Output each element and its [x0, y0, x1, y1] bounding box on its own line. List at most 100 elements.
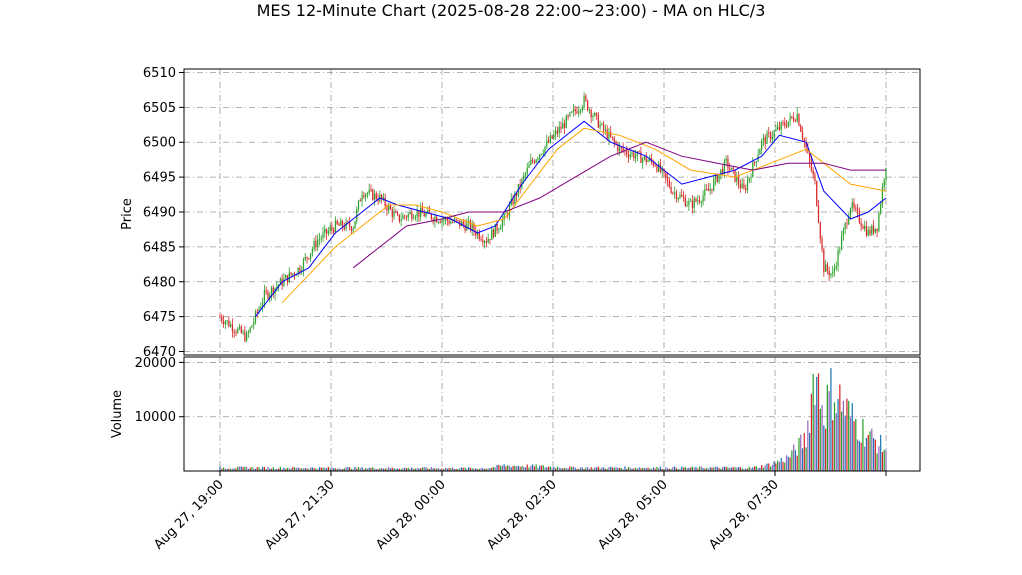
volume-bar — [610, 466, 612, 471]
volume-bar — [711, 467, 713, 471]
volume-bar — [361, 467, 363, 471]
candle-body — [773, 131, 775, 137]
candle-body — [334, 220, 337, 233]
candle-body — [352, 228, 354, 231]
volume-bar — [766, 463, 768, 471]
candle-body — [487, 238, 489, 243]
candle-body — [492, 229, 495, 237]
price-tick-label: 6510 — [143, 66, 176, 81]
volume-bar — [759, 467, 761, 471]
candle-body — [533, 161, 535, 163]
volume-bar — [539, 465, 541, 471]
volume-bar — [624, 466, 626, 471]
volume-bar — [840, 411, 843, 471]
volume-bar — [581, 467, 583, 471]
volume-bar — [388, 467, 390, 471]
candle-body — [322, 232, 324, 239]
candle-body — [391, 209, 393, 217]
candle-body — [798, 114, 800, 126]
candle-body — [489, 238, 491, 240]
candle-body — [835, 266, 837, 269]
price-tick-label: 6475 — [143, 310, 176, 325]
candle-body — [359, 200, 361, 202]
time-tick-label: Aug 28, 02:30 — [484, 477, 560, 553]
candle-body — [640, 151, 642, 164]
volume-bar — [778, 461, 781, 471]
candle-body — [690, 200, 692, 202]
candle-body — [610, 131, 612, 137]
candle-body — [736, 176, 738, 182]
time-tick-label: Aug 28, 07:30 — [706, 477, 782, 553]
candle-body — [832, 271, 834, 274]
volume-bar — [535, 464, 537, 471]
volume-bar — [544, 467, 546, 471]
volume-bar — [769, 466, 772, 471]
candle-body — [404, 215, 406, 217]
volume-bar — [320, 467, 322, 471]
volume-bar — [272, 467, 274, 471]
volume-bar — [755, 466, 757, 471]
candle-body — [706, 189, 708, 191]
candle-body — [604, 129, 607, 131]
candle-body — [551, 135, 553, 139]
candle-body — [457, 220, 459, 222]
candle-body — [496, 223, 498, 231]
volume-bar — [801, 448, 804, 471]
candle-body — [349, 222, 351, 227]
candle-body — [452, 221, 454, 223]
volume-bar — [814, 404, 816, 471]
volume-bar — [837, 398, 839, 471]
candle-body — [499, 227, 502, 230]
volume-bar — [349, 467, 351, 471]
candle-body — [643, 156, 646, 159]
candle-body — [299, 267, 301, 273]
candle-body — [370, 189, 372, 191]
candle-body — [727, 158, 729, 169]
volume-bar — [819, 408, 821, 471]
candle-body — [539, 154, 541, 159]
candle-body — [855, 207, 857, 209]
volume-bar — [421, 467, 424, 471]
volume-bar — [839, 384, 841, 471]
volume-bar — [856, 439, 859, 471]
volume-bar — [734, 467, 736, 471]
candle-body — [579, 110, 582, 112]
volume-bar — [784, 462, 786, 471]
volume-bar — [725, 466, 727, 471]
volume-bar — [796, 455, 798, 471]
candle-body — [784, 122, 786, 126]
candle-body — [302, 259, 305, 271]
candle-body — [674, 192, 676, 194]
candle-body — [246, 333, 248, 341]
volume-bar — [501, 465, 504, 471]
candle-body — [393, 211, 395, 217]
candle-body — [642, 158, 644, 164]
candle-body — [448, 220, 450, 224]
volume-bar — [430, 467, 432, 471]
price-y-axis: 647064756480648564906495650065056510 — [143, 66, 184, 360]
volume-bar — [672, 467, 674, 471]
candle-body — [823, 249, 825, 272]
volume-bar — [695, 466, 697, 471]
volume-bar — [848, 400, 850, 471]
volume-bar — [881, 452, 884, 471]
candle-body — [292, 273, 294, 275]
candle-body — [782, 122, 784, 124]
candle-body — [333, 229, 335, 233]
candle-body — [407, 214, 409, 218]
candle-body — [242, 331, 244, 333]
candle-body — [730, 167, 733, 170]
candle-body — [423, 213, 425, 217]
volume-bar — [730, 467, 733, 471]
volume-bar — [556, 466, 559, 471]
candle-body — [421, 207, 424, 214]
volume-bar — [775, 463, 777, 471]
candle-body — [631, 152, 633, 155]
candle-body — [233, 331, 235, 333]
candle-body — [219, 316, 221, 318]
candle-body — [771, 136, 773, 140]
volume-bar — [547, 466, 550, 471]
candle-body — [769, 132, 772, 140]
candle-body — [816, 181, 818, 206]
candle-body — [679, 194, 681, 199]
